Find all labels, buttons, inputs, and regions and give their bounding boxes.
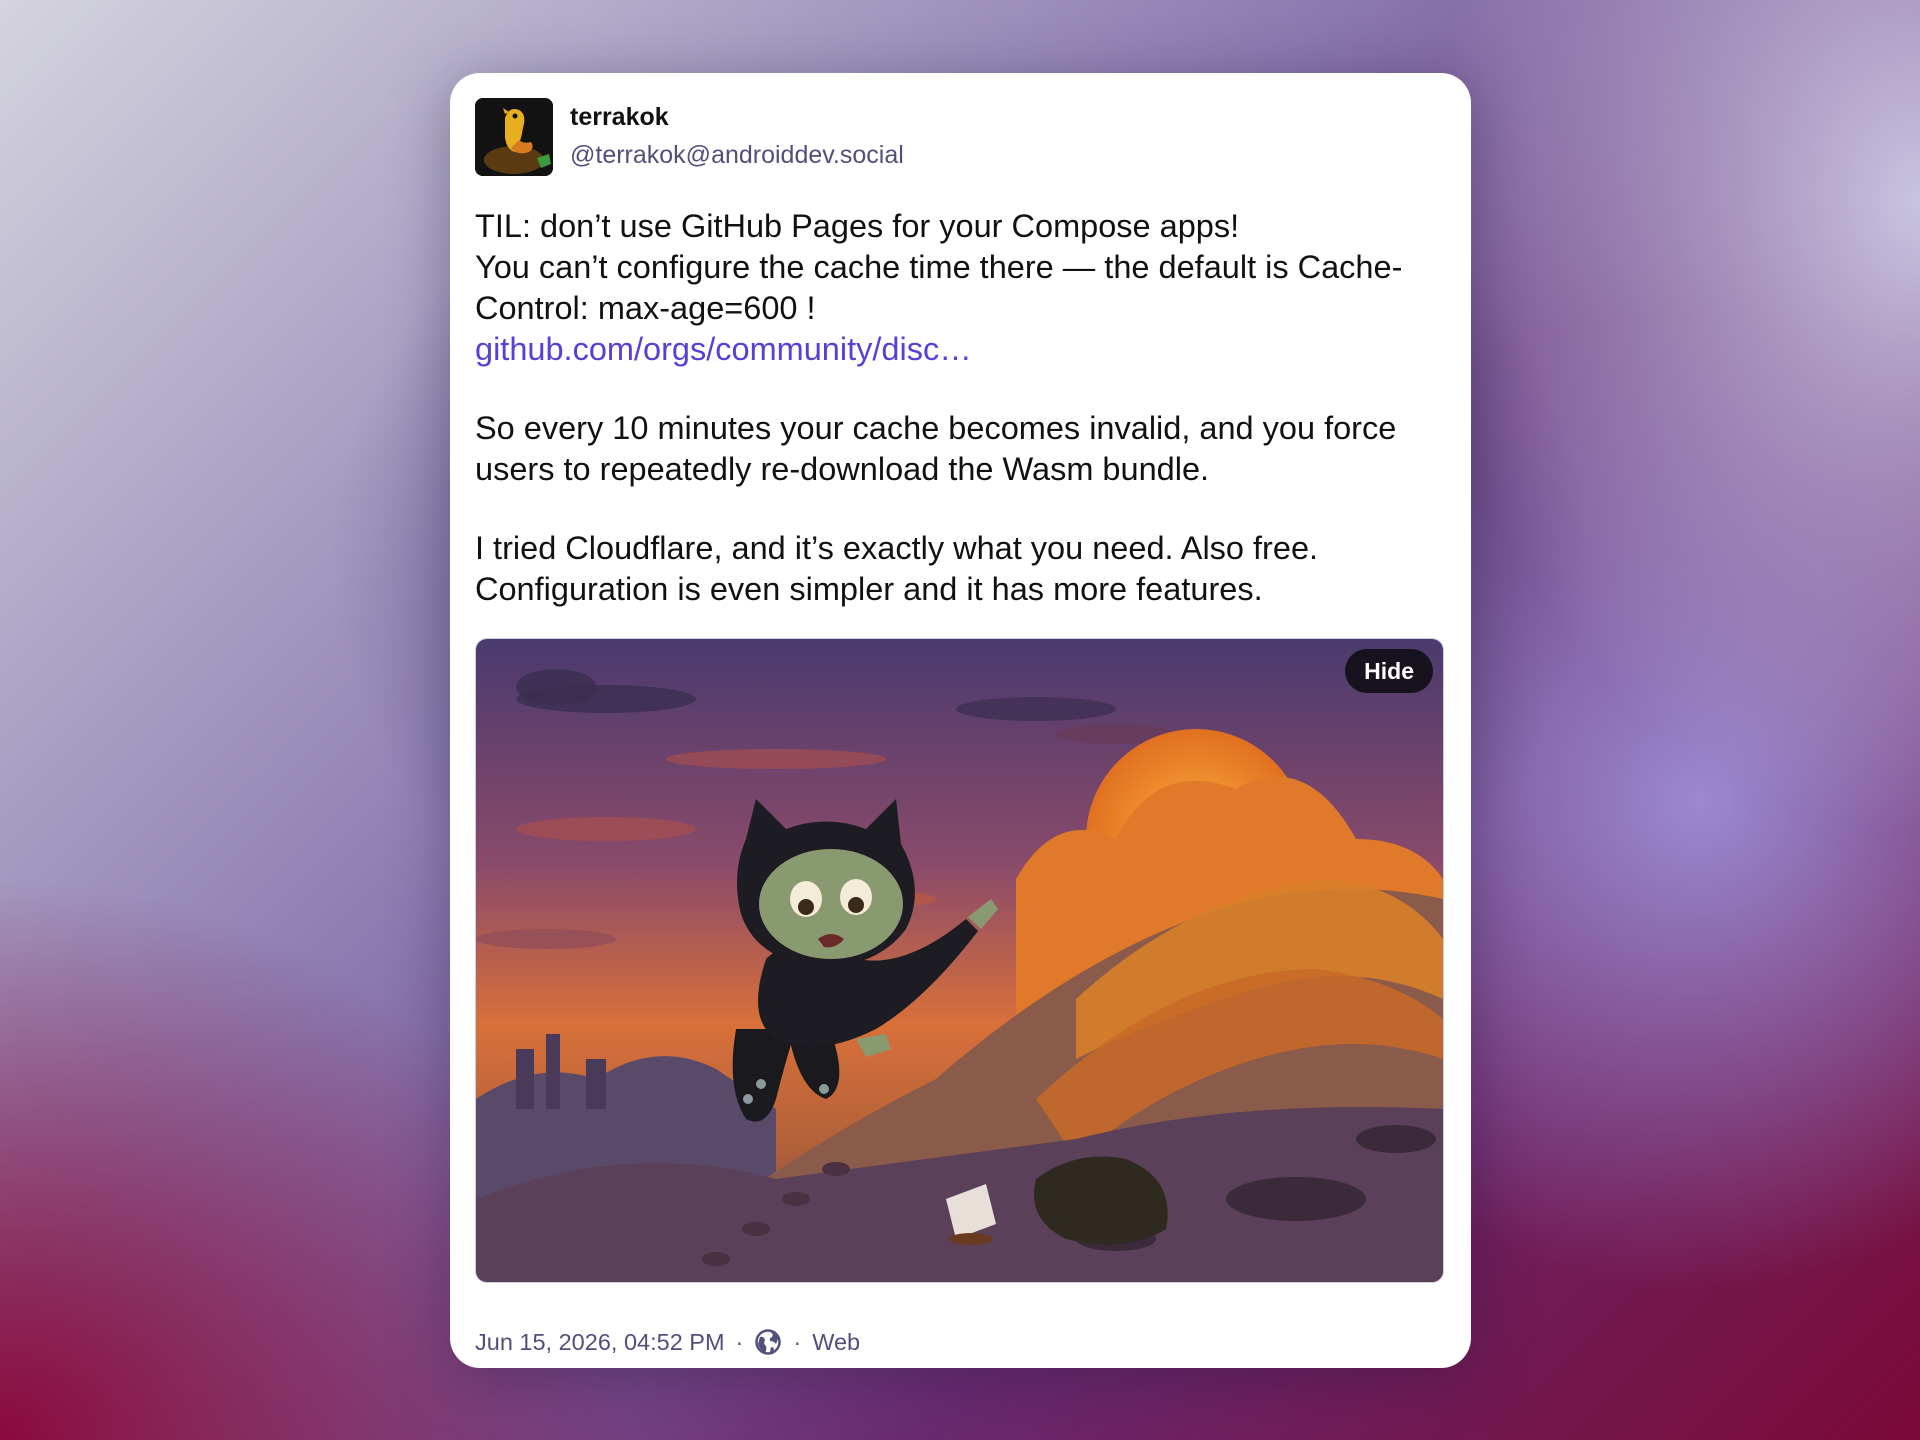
globe-icon [754, 1328, 782, 1356]
meta-separator: · [793, 1328, 802, 1355]
post-text-line: You can’t configure the cache time there… [475, 249, 1403, 326]
meta-separator: · [735, 1328, 744, 1355]
octocat-illustration [476, 639, 1443, 1282]
post-paragraph: I tried Cloudflare, and it’s exactly wha… [475, 530, 1319, 607]
post-timestamp[interactable]: Jun 15, 2026, 04:52 PM [475, 1329, 725, 1356]
post-text-line: TIL: don’t use GitHub Pages for your Com… [475, 208, 1240, 244]
post-source: Web [812, 1328, 861, 1355]
avatar-image [475, 98, 553, 176]
post-paragraph: So every 10 minutes your cache becomes i… [475, 410, 1397, 487]
author-handle[interactable]: @terrakok@androiddev.social [570, 141, 904, 170]
hide-media-button[interactable]: Hide [1345, 649, 1433, 693]
post-card: terrakok @terrakok@androiddev.social TIL… [450, 73, 1471, 1368]
media-attachment[interactable]: Hide [475, 638, 1444, 1283]
post-meta: Jun 15, 2026, 04:52 PM · · Web [475, 1322, 860, 1362]
post-content: TIL: don’t use GitHub Pages for your Com… [475, 206, 1450, 610]
post-link[interactable]: github.com/orgs/community/disc… [475, 331, 972, 367]
avatar[interactable] [475, 98, 553, 176]
author-display-name[interactable]: terrakok [570, 103, 669, 132]
